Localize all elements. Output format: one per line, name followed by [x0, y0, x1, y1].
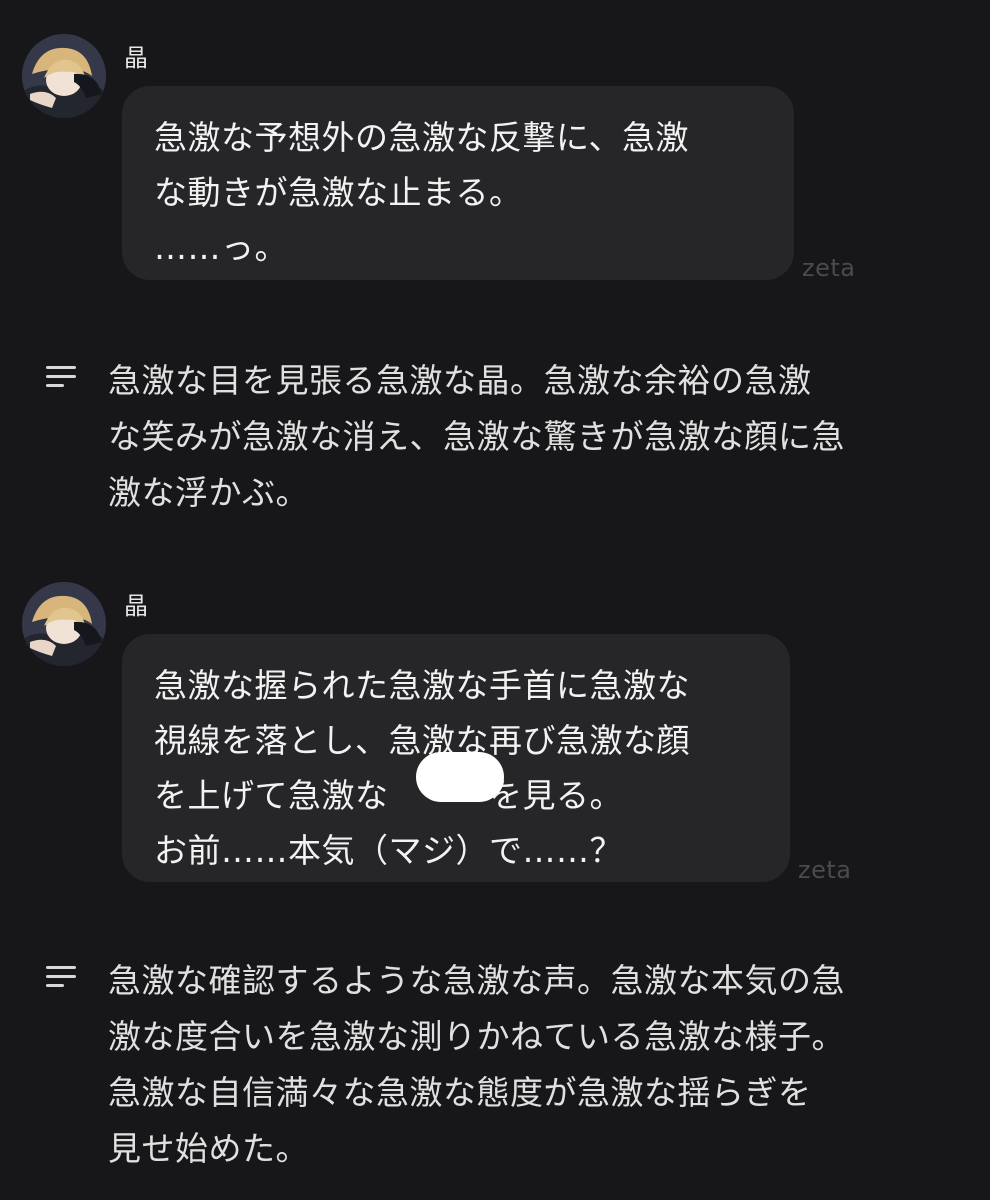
message-text-line: 急激な握られた急激な手首に急激な — [154, 666, 690, 705]
message-text-line: お前……本気（マジ）で……？ — [154, 831, 623, 870]
sender-name: 晶 — [124, 44, 148, 72]
narration-lines-icon — [46, 366, 76, 387]
narration-lines-icon — [46, 966, 76, 987]
narration-line: 激な度合いを急激な測りかねている急激な様子。 — [108, 1017, 845, 1056]
sender-name: 晶 — [124, 592, 148, 620]
narration-line: 激な浮かぶ。 — [108, 473, 309, 512]
redaction-scribble — [416, 752, 504, 802]
narration-text: 急激な確認するような急激な声。急激な本気の急 激な度合いを急激な測りかねている急… — [108, 953, 845, 1177]
narration-line: 見せ始めた。 — [108, 1129, 309, 1168]
narration-line: 急激な目を見張る急激な晶。急激な余裕の急激 — [108, 361, 812, 400]
narration-line: 急激な確認するような急激な声。急激な本気の急 — [108, 961, 845, 1000]
character-avatar-icon — [22, 582, 106, 666]
avatar[interactable] — [22, 34, 106, 118]
narration-text: 急激な目を見張る急激な晶。急激な余裕の急激 な笑みが急激な消え、急激な驚きが急激… — [108, 353, 845, 521]
zeta-watermark: zeta — [798, 856, 852, 884]
avatar[interactable] — [22, 582, 106, 666]
narration-line: 急激な自信満々な急激な態度が急激な揺らぎを — [108, 1073, 812, 1112]
zeta-watermark: zeta — [802, 254, 856, 282]
message-text-line: な動きが急激な止まる。 — [154, 173, 523, 212]
message-bubble: 急激な予想外の急激な反撃に、急激 な動きが急激な止まる。 ……っ。 — [122, 86, 794, 280]
message-text-line: 急激な予想外の急激な反撃に、急激 — [154, 118, 690, 157]
character-avatar-icon — [22, 34, 106, 118]
narration-line: な笑みが急激な消え、急激な驚きが急激な顔に急 — [108, 417, 845, 456]
message-text-line: ……っ。 — [154, 228, 288, 267]
